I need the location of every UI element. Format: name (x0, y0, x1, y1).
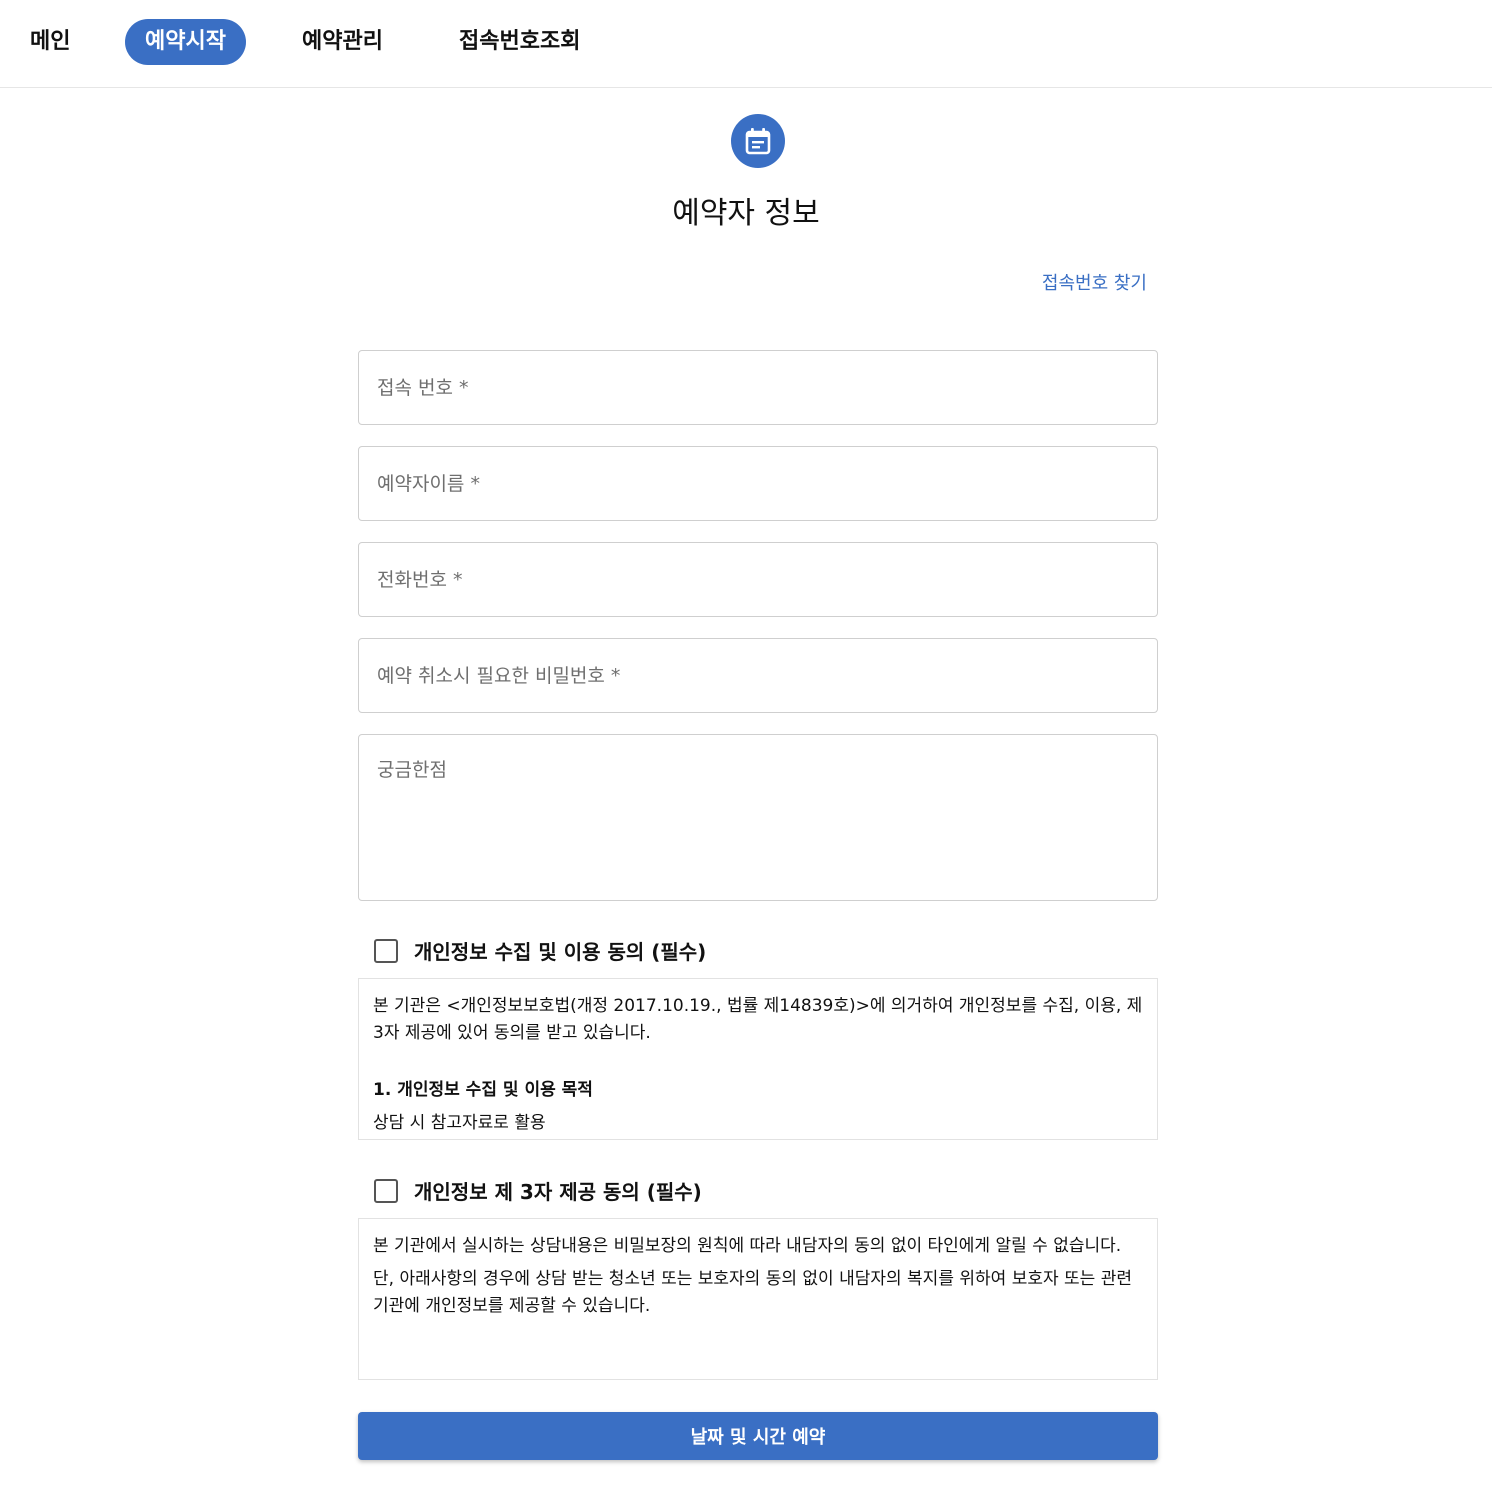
consent-collection-checkbox[interactable] (374, 938, 398, 963)
consent-third-party-terms[interactable]: 본 기관에서 실시하는 상담내용은 비밀보장의 원칙에 따라 내담자의 동의 없… (358, 1218, 1158, 1380)
nav-reservation-start[interactable]: 예약시작 (125, 19, 246, 65)
consent-third-party-row: 개인정보 제 3자 제공 동의 (필수) (374, 1176, 702, 1205)
phone-field (358, 542, 1158, 617)
question-field (358, 734, 1158, 901)
password-input[interactable] (359, 639, 1157, 712)
name-input[interactable] (359, 447, 1157, 520)
consent-third-party-label[interactable]: 개인정보 제 3자 제공 동의 (필수) (414, 1176, 702, 1205)
terms-section-text: 상담 시 참고자료로 활용 (373, 1113, 546, 1133)
phone-input[interactable] (359, 543, 1157, 616)
find-access-number-link[interactable]: 접속번호 찾기 (1042, 272, 1147, 296)
top-navigation: 메인 예약시작 예약관리 접속번호조회 (0, 0, 1492, 88)
nav-access-number-lookup[interactable]: 접속번호조회 (459, 19, 580, 65)
reserve-date-time-button[interactable]: 날짜 및 시간 예약 (358, 1412, 1158, 1460)
password-field (358, 638, 1158, 713)
name-field (358, 446, 1158, 521)
nav-reservation-manage[interactable]: 예약관리 (302, 19, 383, 65)
page-title: 예약자 정보 (672, 196, 820, 231)
third-party-text-1: 본 기관에서 실시하는 상담내용은 비밀보장의 원칙에 따라 내담자의 동의 없… (373, 1236, 1122, 1256)
question-textarea[interactable] (359, 735, 1157, 900)
terms-section-title: 1. 개인정보 수집 및 이용 목적 (373, 1080, 593, 1100)
consent-collection-label[interactable]: 개인정보 수집 및 이용 동의 (필수) (414, 936, 706, 965)
terms-intro-text: 본 기관은 <개인정보보호법(개정 2017.10.19., 법률 제14839… (373, 996, 1143, 1043)
nav-main[interactable]: 메인 (30, 19, 70, 65)
consent-collection-row: 개인정보 수집 및 이용 동의 (필수) (374, 936, 706, 965)
consent-collection-terms[interactable]: 본 기관은 <개인정보보호법(개정 2017.10.19., 법률 제14839… (358, 978, 1158, 1140)
third-party-text-2: 단, 아래사항의 경우에 상담 받는 청소년 또는 보호자의 동의 없이 내담자… (373, 1269, 1132, 1316)
calendar-icon (731, 114, 785, 168)
access-number-input[interactable] (359, 351, 1157, 424)
access-number-field (358, 350, 1158, 425)
consent-third-party-checkbox[interactable] (374, 1178, 398, 1203)
